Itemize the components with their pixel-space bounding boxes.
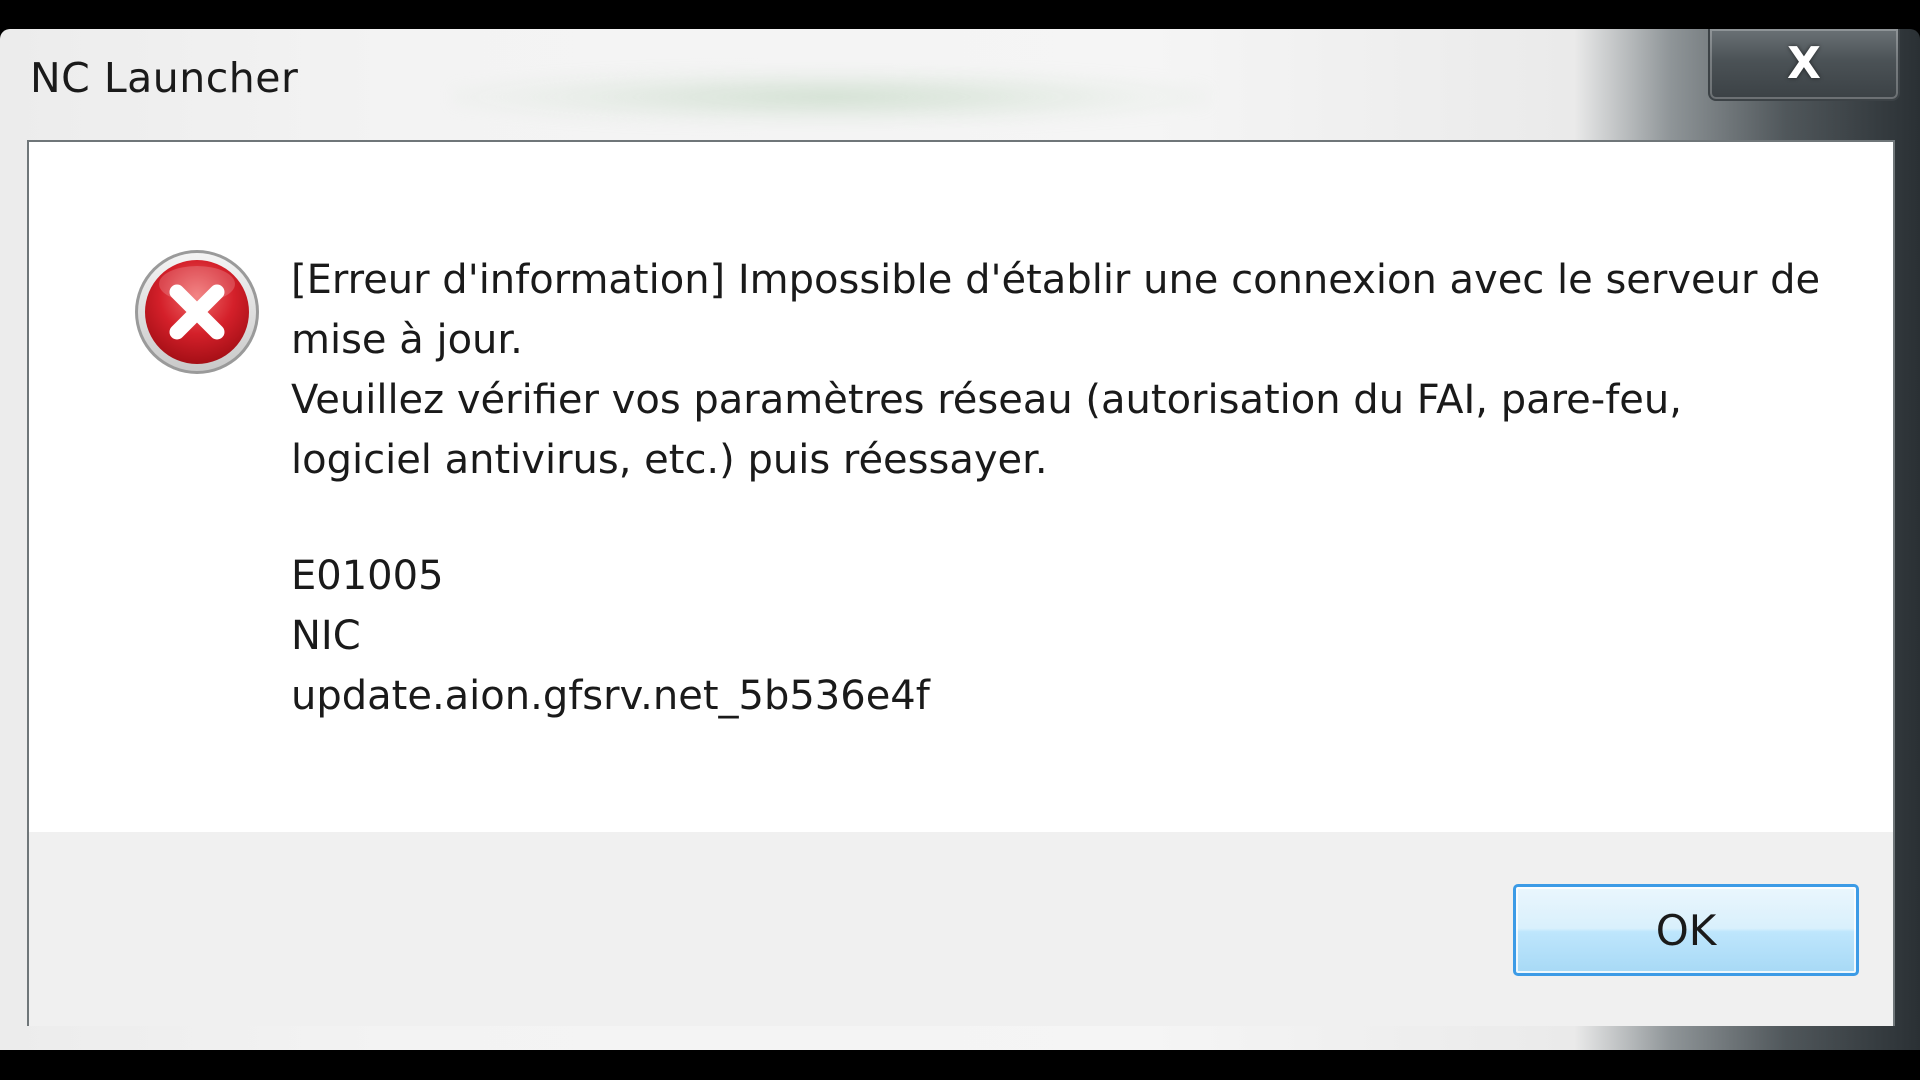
- bottom-border: [0, 1050, 1920, 1080]
- background-blur: [450, 69, 1210, 125]
- close-icon: X: [1787, 38, 1821, 89]
- error-code: E01005: [291, 553, 444, 599]
- nic-label: NIC: [291, 613, 361, 659]
- message-line-1: [Erreur d'information] Impossible d'étab…: [291, 257, 1821, 363]
- message-line-2: Veuillez vérifier vos paramètres réseau …: [291, 377, 1682, 483]
- close-button[interactable]: X: [1708, 29, 1900, 101]
- dialog-body: [Erreur d'information] Impossible d'étab…: [27, 140, 1895, 1026]
- server-address: update.aion.gfsrv.net_5b536e4f: [291, 673, 930, 719]
- message-area: [Erreur d'information] Impossible d'étab…: [29, 142, 1893, 832]
- error-icon: [135, 250, 259, 374]
- ok-button[interactable]: OK: [1513, 884, 1859, 976]
- error-details: E01005 NIC update.aion.gfsrv.net_5b536e4…: [291, 546, 930, 726]
- error-message: [Erreur d'information] Impossible d'étab…: [291, 250, 1831, 490]
- window-title: NC Launcher: [30, 54, 299, 102]
